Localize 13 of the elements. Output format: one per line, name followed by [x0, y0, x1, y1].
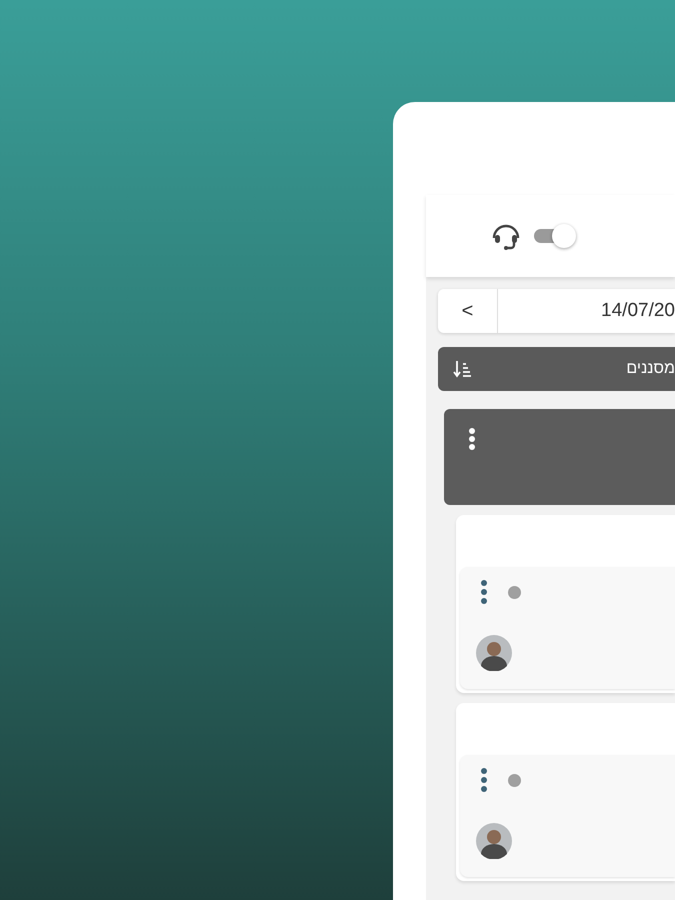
- sort-icon[interactable]: [452, 359, 472, 379]
- filter-label: מסננים: [626, 359, 675, 379]
- task-card[interactable]: [460, 567, 675, 689]
- toggle-switch[interactable]: [534, 224, 578, 248]
- more-options-icon[interactable]: [480, 579, 488, 605]
- more-options-icon[interactable]: [480, 767, 488, 793]
- filter-bar[interactable]: מסננים: [438, 347, 675, 391]
- previous-button[interactable]: <: [438, 289, 498, 333]
- avatar-icon: [476, 823, 512, 859]
- more-options-icon[interactable]: [468, 427, 476, 451]
- avatar-icon: [476, 635, 512, 671]
- date-text[interactable]: 14/07/20: [601, 296, 675, 326]
- task-card[interactable]: [460, 755, 675, 877]
